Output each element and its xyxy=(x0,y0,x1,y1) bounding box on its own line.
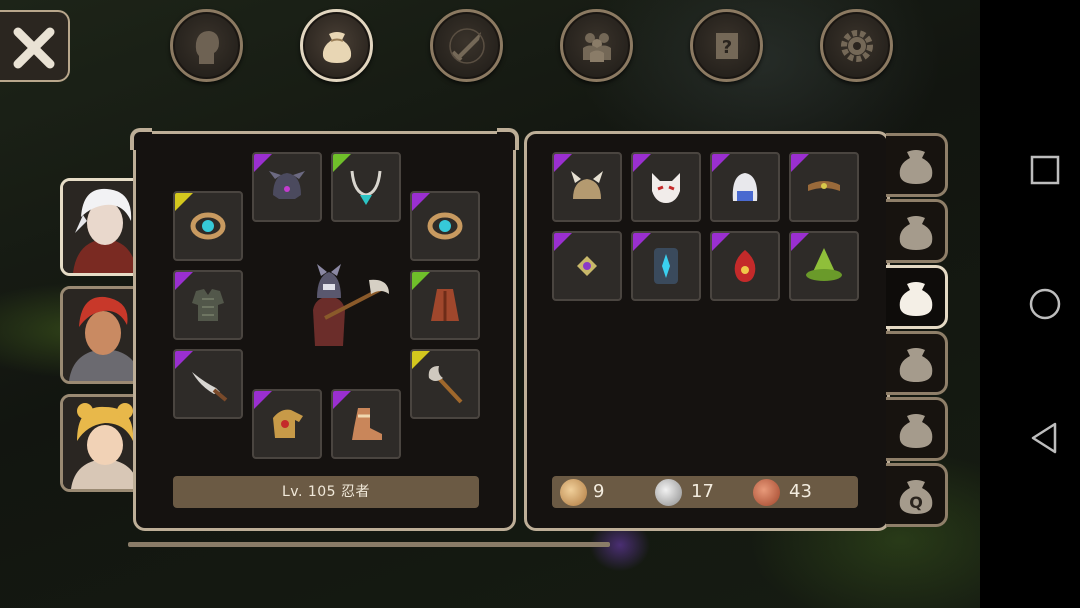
axe-icon xyxy=(428,366,463,404)
panel-divider xyxy=(128,542,610,547)
helmet-icon xyxy=(269,171,305,199)
tab-inventory[interactable] xyxy=(300,9,373,82)
amulet-icon xyxy=(734,250,756,282)
tab-skills[interactable] xyxy=(430,9,503,82)
armor-icon xyxy=(192,289,224,321)
home-button[interactable] xyxy=(1025,284,1065,324)
copper-amount: 43 xyxy=(789,481,812,502)
dagger-icon xyxy=(192,372,228,402)
gloves-icon xyxy=(273,409,303,438)
ring-icon xyxy=(190,212,226,240)
horned-helmet-icon xyxy=(571,171,603,199)
tab-quests[interactable]: ? xyxy=(690,9,763,82)
hood-icon xyxy=(732,173,758,201)
shield-icon xyxy=(654,248,678,284)
slot-gloves[interactable] xyxy=(252,389,322,459)
inventory-item[interactable] xyxy=(631,231,701,301)
quest-bag-icon: Q xyxy=(899,480,933,514)
slot-offhand[interactable] xyxy=(173,349,243,419)
silver-amount: 17 xyxy=(691,481,714,502)
inventory-item[interactable] xyxy=(552,231,622,301)
currency-bar: 9 17 43 xyxy=(552,476,858,508)
skills-sword-icon xyxy=(449,28,485,64)
bag-tab-5[interactable] xyxy=(886,397,948,461)
bag-icon xyxy=(899,414,933,448)
character-level-class: Lv. 105 忍者 xyxy=(173,476,479,508)
bag-icon xyxy=(322,32,352,63)
inventory-item[interactable] xyxy=(631,152,701,222)
settings-gear-icon xyxy=(841,30,873,62)
gem-ring-icon xyxy=(577,256,597,276)
slot-ring-left[interactable] xyxy=(173,191,243,261)
slot-weapon[interactable] xyxy=(410,349,480,419)
fox-mask-icon xyxy=(652,173,680,203)
bag-tab-quest[interactable]: Q xyxy=(886,463,948,527)
inventory-item[interactable] xyxy=(789,231,859,301)
headband-icon xyxy=(808,181,840,191)
copper-coin-icon xyxy=(753,479,780,506)
bag-tab-1[interactable] xyxy=(886,133,948,197)
inventory-item[interactable] xyxy=(552,152,622,222)
character-head-icon xyxy=(195,31,219,64)
svg-text:?: ? xyxy=(722,37,732,58)
panel-corner xyxy=(130,128,152,150)
tab-settings[interactable] xyxy=(820,9,893,82)
slot-helmet[interactable] xyxy=(252,152,322,222)
boots-icon xyxy=(352,408,382,440)
gold-coin-icon xyxy=(560,479,587,506)
slot-necklace[interactable] xyxy=(331,152,401,222)
recent-apps-button[interactable] xyxy=(1025,150,1065,190)
close-icon xyxy=(13,27,55,69)
gold-amount: 9 xyxy=(593,481,605,502)
bag-icon xyxy=(899,150,933,184)
party-icon xyxy=(583,33,611,62)
slot-armor[interactable] xyxy=(173,270,243,340)
panel-corner xyxy=(497,128,519,150)
bag-icon xyxy=(899,216,933,250)
slot-ring-right[interactable] xyxy=(410,191,480,261)
close-button[interactable] xyxy=(0,10,70,82)
slot-boots[interactable] xyxy=(331,389,401,459)
inventory-item[interactable] xyxy=(710,231,780,301)
bag-tab-3[interactable] xyxy=(886,265,948,329)
bag-tab-4[interactable] xyxy=(886,331,948,395)
tab-party[interactable] xyxy=(560,9,633,82)
inventory-item[interactable] xyxy=(710,152,780,222)
bag-icon xyxy=(899,348,933,382)
character-sprite xyxy=(313,264,389,346)
silver-coin-icon xyxy=(655,479,682,506)
necklace-icon xyxy=(350,170,382,205)
tab-character[interactable] xyxy=(170,9,243,82)
back-button[interactable] xyxy=(1025,418,1065,458)
ring-icon xyxy=(427,212,463,240)
inventory-item[interactable] xyxy=(789,152,859,222)
quest-bag-label: Q xyxy=(909,493,923,512)
quest-scroll-icon: ? xyxy=(716,33,738,59)
cloak-icon xyxy=(431,289,459,321)
green-hat-icon xyxy=(806,248,842,281)
bag-tab-2[interactable] xyxy=(886,199,948,263)
bag-icon xyxy=(899,282,933,316)
slot-cloak[interactable] xyxy=(410,270,480,340)
